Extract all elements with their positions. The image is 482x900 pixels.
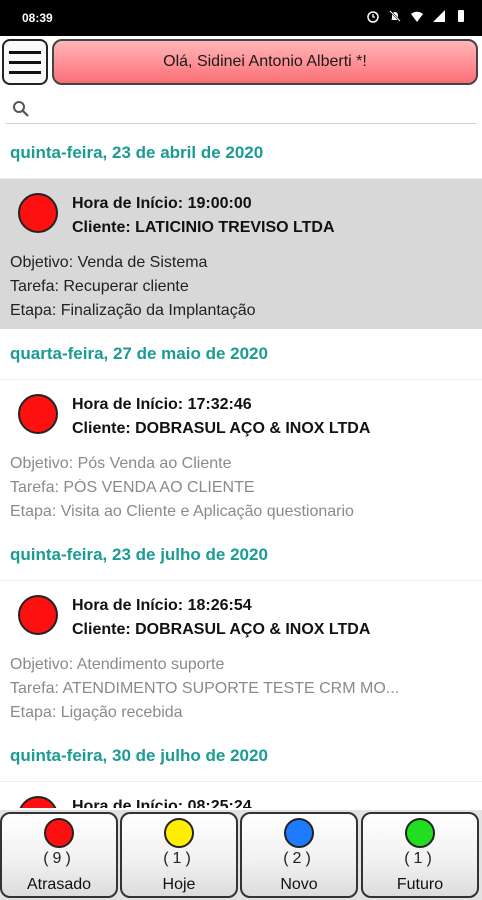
objective-text: Objetivo: Atendimento suporte [10, 656, 225, 673]
search-bar [0, 92, 482, 126]
stage-text: Etapa: Ligação recebida [10, 704, 183, 721]
status-circle-icon [405, 818, 435, 848]
task-text: Tarefa: ATENDIMENTO SUPORTE TESTE CRM MO… [10, 680, 400, 697]
date-header: quarta-feira, 27 de maio de 2020 [0, 329, 482, 379]
status-time: 08:39 [22, 11, 53, 25]
status-circle-icon [284, 818, 314, 848]
status-dot-icon [18, 796, 58, 808]
wifi-icon [411, 11, 423, 22]
tab-label: Atrasado [26, 876, 92, 893]
tab-count: (1) [404, 850, 436, 867]
tab-futuro[interactable]: (1) Futuro [361, 812, 479, 898]
start-time: Hora de Início: 08:25:24 [72, 798, 252, 808]
status-bar: 08:39 [0, 0, 482, 36]
tab-label: Novo [280, 876, 318, 893]
tab-label: Futuro [396, 876, 444, 893]
tab-count: (1) [163, 850, 195, 867]
date-header: quinta-feira, 23 de julho de 2020 [0, 530, 482, 580]
app-bar: Olá, Sidinei Antonio Alberti *! [0, 36, 482, 90]
search-icon [13, 101, 29, 117]
status-circle-icon [44, 818, 74, 848]
alarm-icon [367, 11, 379, 23]
status-dot-icon [18, 595, 58, 635]
objective-text: Objetivo: Venda de Sistema [10, 254, 208, 271]
bottom-tab-bar: (9) Atrasado (1) Hoje (2) Novo (1) Futuro [0, 810, 482, 900]
appointment-item[interactable]: Hora de Início: 08:25:24 [0, 781, 482, 808]
status-dot-icon [18, 193, 58, 233]
date-header: quinta-feira, 23 de abril de 2020 [0, 128, 482, 178]
mute-icon [389, 10, 401, 22]
tab-hoje[interactable]: (1) Hoje [120, 812, 238, 898]
greeting-button[interactable]: Olá, Sidinei Antonio Alberti *! [52, 39, 478, 85]
client-name: Cliente: DOBRASUL AÇO & INOX LTDA [72, 621, 371, 638]
task-text: Tarefa: Recuperar cliente [10, 278, 189, 295]
menu-button[interactable] [2, 39, 48, 85]
objective-text: Objetivo: Pós Venda ao Cliente [10, 455, 232, 472]
start-time: Hora de Início: 18:26:54 [72, 597, 252, 614]
appointment-item[interactable]: Hora de Início: 17:32:46 Cliente: DOBRASU… [0, 379, 482, 530]
start-time: Hora de Início: 19:00:00 [72, 195, 252, 212]
status-dot-icon [18, 394, 58, 434]
stage-text: Etapa: Visita ao Cliente e Aplicação que… [10, 503, 354, 520]
date-header: quinta-feira, 30 de julho de 2020 [0, 731, 482, 781]
appointment-item[interactable]: Hora de Início: 19:00:00 Cliente: LATICIN… [0, 178, 482, 329]
client-name: Cliente: DOBRASUL AÇO & INOX LTDA [72, 420, 371, 437]
search-underline [6, 123, 476, 124]
start-time: Hora de Início: 17:32:46 [72, 396, 252, 413]
client-name: Cliente: LATICINIO TREVISO LTDA [72, 219, 335, 236]
agenda-list[interactable]: quinta-feira, 23 de abril de 2020 Hora de… [0, 128, 482, 808]
status-circle-icon [164, 818, 194, 848]
battery-icon [458, 10, 464, 22]
tab-count: (2) [283, 850, 315, 867]
task-text: Tarefa: PÓS VENDA AO CLIENTE [10, 479, 255, 496]
tab-atrasado[interactable]: (9) Atrasado [0, 812, 118, 898]
tab-count: (9) [43, 850, 75, 867]
tab-novo[interactable]: (2) Novo [240, 812, 358, 898]
appointment-item[interactable]: Hora de Início: 18:26:54 Cliente: DOBRASU… [0, 580, 482, 731]
search-input[interactable] [38, 96, 462, 122]
stage-text: Etapa: Finalização da Implantação [10, 302, 256, 319]
status-icons [366, 9, 468, 23]
tab-label: Hoje [162, 876, 196, 893]
signal-4g-icon [433, 10, 445, 22]
